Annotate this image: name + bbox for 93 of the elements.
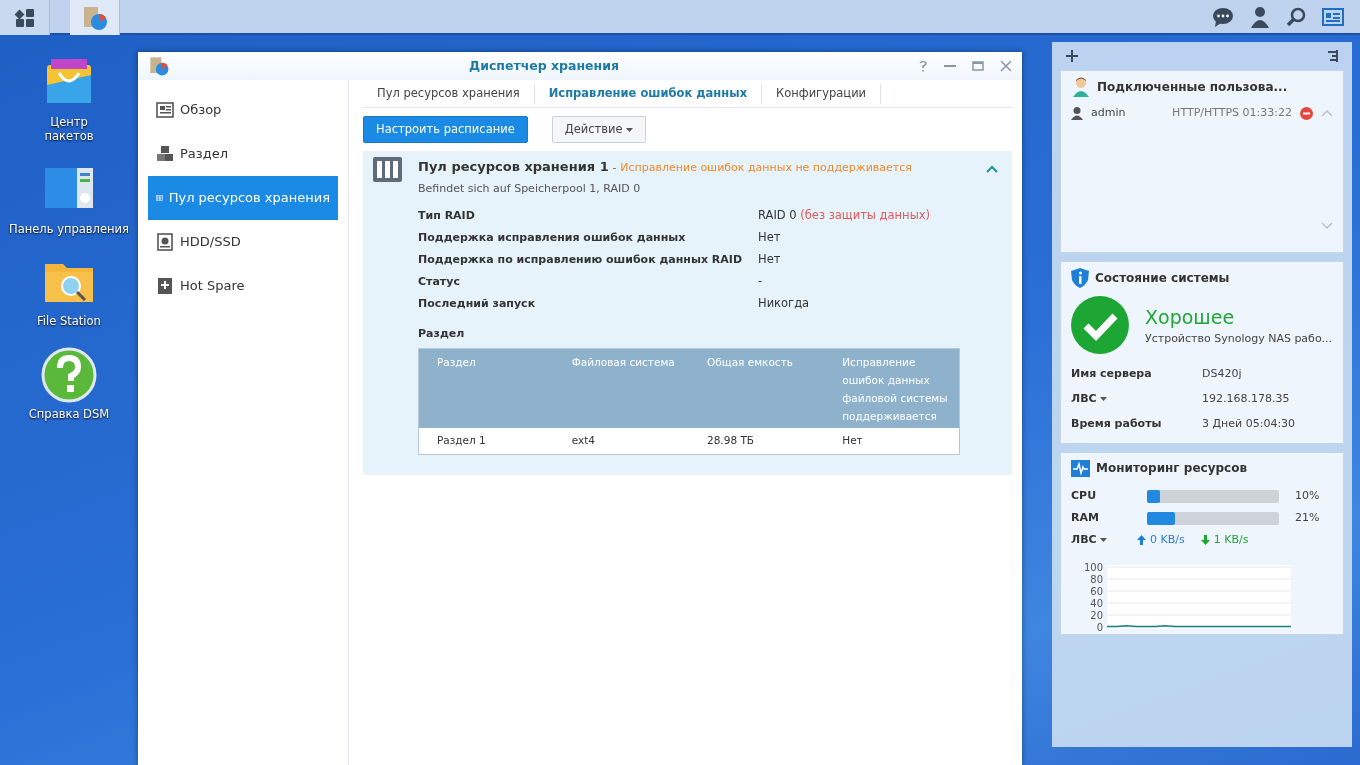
sidebar-item[interactable]: Hot Spare — [148, 264, 338, 308]
desktop-icon-label[interactable]: Справка DSM — [28, 406, 110, 421]
axis-tick-label: 0 — [1096, 621, 1103, 631]
tab[interactable]: Конфигурации — [762, 83, 882, 104]
table-cell: ext4 — [553, 428, 689, 455]
plus-icon[interactable] — [1066, 50, 1078, 62]
taskbar-app-button[interactable] — [70, 0, 120, 35]
collapse-caret-icon[interactable] — [986, 165, 998, 174]
pool-subtitle: Befindet sich auf Speicherpool 1, RAID 0 — [418, 180, 642, 197]
info-icon — [1071, 268, 1089, 288]
upload-arrow-icon — [1137, 535, 1146, 545]
health-description: Устройство Synology NAS рабо... — [1145, 331, 1333, 347]
storage-pool-icon — [373, 157, 402, 183]
chat-icon[interactable] — [1212, 6, 1234, 27]
sidebar-item[interactable]: Раздел — [148, 132, 338, 176]
property-value: Никогда — [758, 295, 810, 313]
property-label: Поддержка по исправлению ошибок данных RAID — [418, 252, 744, 269]
schedule-button[interactable]: Настроить расписание — [363, 116, 528, 144]
property-label: Статус — [418, 274, 461, 291]
widget-title: Мониторинг ресурсов — [1096, 460, 1248, 477]
maximize-icon[interactable] — [972, 61, 984, 71]
cubes-icon — [156, 145, 174, 163]
desktop-icon-label[interactable]: File Station — [37, 314, 101, 329]
info-value: 3 Дней 05:04:30 — [1202, 416, 1296, 433]
network-label[interactable]: ЛВС — [1071, 532, 1097, 546]
help-icon[interactable] — [918, 60, 928, 72]
column-header: Общая емкость — [689, 348, 825, 429]
action-dropdown-button[interactable]: Действие — [551, 116, 647, 144]
desktop-icon-label[interactable]: Центр пакетов — [39, 115, 99, 144]
dropdown-label[interactable]: ЛВС — [1071, 392, 1097, 406]
info-label: Время работы — [1071, 417, 1162, 431]
user-avatar-icon — [1071, 77, 1091, 97]
connection-info: HTTP/HTTPS 01:33:22 — [1172, 105, 1292, 121]
table-cell: Раздел 1 — [418, 428, 554, 455]
disconnect-icon[interactable] — [1300, 106, 1313, 120]
axis-tick-label: 20 — [1090, 609, 1103, 621]
sidebar-item[interactable]: Обзор — [148, 88, 338, 132]
close-icon[interactable] — [1000, 60, 1012, 72]
widget-title: Подключенные пользова... — [1097, 79, 1288, 96]
tab[interactable]: Исправление ошибок данных — [534, 83, 763, 104]
property-label: Последний запуск — [418, 296, 537, 313]
question-mark-icon[interactable] — [41, 346, 97, 403]
grid-icon — [13, 6, 36, 29]
user-icon[interactable] — [1250, 5, 1270, 28]
info-value: DS420j — [1202, 366, 1242, 383]
caret-icon — [626, 127, 634, 132]
column-header: Файловая система — [553, 348, 689, 429]
widgets-icon[interactable] — [1322, 7, 1344, 26]
tab[interactable]: Пул ресурсов хранения — [363, 83, 535, 104]
column-header: Раздел — [418, 348, 554, 429]
sidebar-item[interactable]: Пул ресурсов хранения — [148, 176, 338, 220]
desktop-icon-label[interactable]: Панель управления — [9, 221, 129, 237]
meter-label: CPU — [1071, 487, 1098, 504]
property-label: Поддержка исправления ошибок данных — [418, 230, 687, 247]
widget-title: Состояние системы — [1095, 270, 1230, 287]
sidebar-item[interactable]: HDD/SSD — [148, 220, 338, 264]
separator-text: - — [612, 161, 617, 175]
info-label: Имя сервера — [1071, 367, 1152, 381]
user-icon — [1071, 106, 1083, 120]
property-value: Нет — [758, 229, 781, 247]
monitor-icon — [1071, 459, 1090, 477]
table-cell: 28.98 ТБ — [689, 428, 825, 455]
property-value: RAID 0 (без защиты данных) — [758, 207, 930, 225]
dropdown-caret-icon[interactable] — [1100, 537, 1108, 542]
axis-tick-label: 40 — [1090, 597, 1103, 609]
health-status: Хорошее — [1145, 304, 1236, 330]
main-menu-button[interactable] — [0, 0, 50, 35]
axis-tick-label: 100 — [1083, 561, 1103, 573]
table-cell: Нет — [824, 428, 960, 455]
info-value: 192.168.178.35 — [1202, 391, 1290, 408]
usage-reading: 10% — [1295, 487, 1320, 504]
download-speed: 1 KB/s — [1213, 531, 1249, 548]
property-value: - — [758, 273, 763, 291]
warning-text: Исправление ошибок данных не поддерживается — [620, 161, 912, 175]
user-name: admin — [1091, 105, 1126, 121]
section-title: Раздел — [418, 326, 466, 343]
minimize-icon[interactable] — [944, 64, 956, 68]
pool-title: Пул ресурсов хранения 1 — [418, 159, 609, 175]
check-circle-icon — [1071, 296, 1129, 354]
usage-reading: 21% — [1295, 509, 1320, 526]
upload-speed: 0 KB/s — [1150, 531, 1185, 548]
property-value: Нет — [758, 251, 781, 269]
id-card-icon — [156, 101, 174, 119]
meter-label: RAM — [1071, 509, 1100, 526]
axis-tick-label: 80 — [1090, 573, 1103, 585]
search-icon[interactable] — [1286, 6, 1306, 27]
download-arrow-icon — [1200, 535, 1210, 545]
storage-app-icon — [148, 55, 170, 77]
axis-tick-label: 60 — [1090, 585, 1103, 597]
dropdown-caret-icon[interactable] — [1100, 397, 1108, 402]
column-header: Исправление ошибок данных файловой системы поддерживается — [824, 348, 960, 429]
property-label: Тип RAID — [418, 208, 476, 225]
window-title: Диспетчер хранения — [468, 56, 620, 75]
